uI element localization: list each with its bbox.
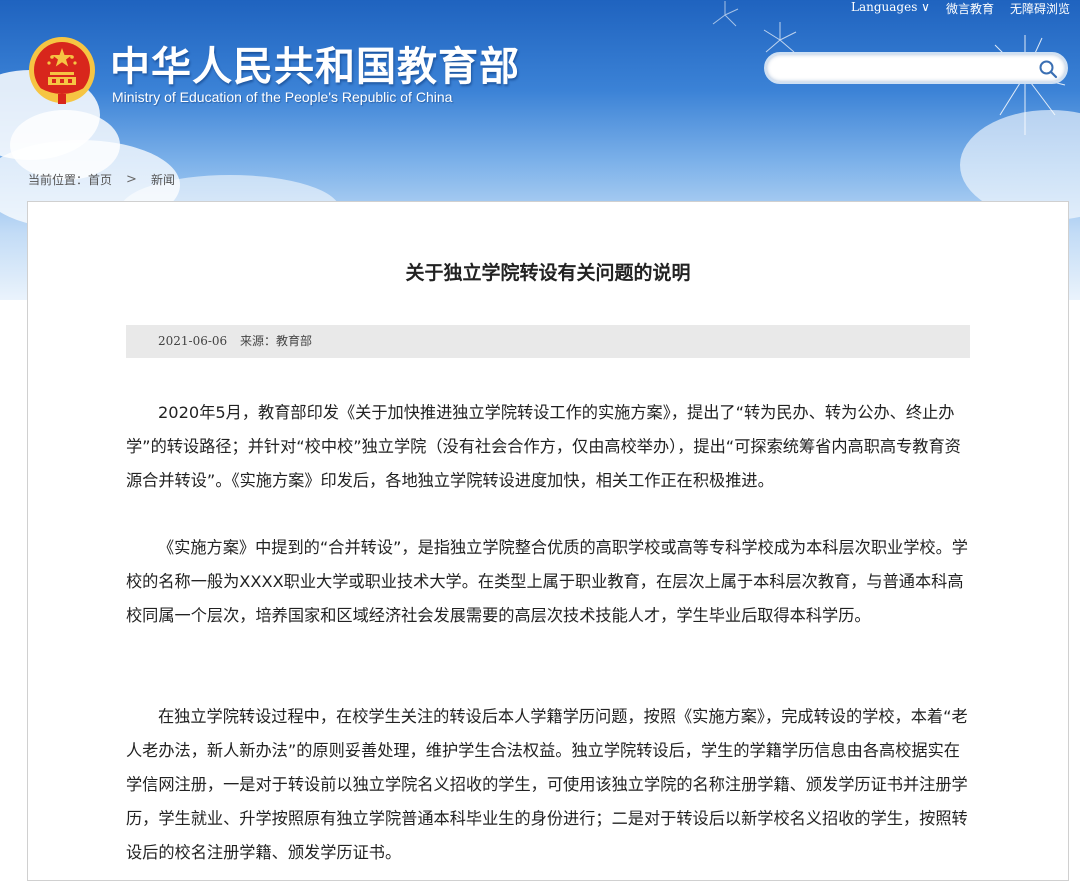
article-source: 来源：教育部: [240, 334, 313, 348]
article-paragraph: 《实施方案》中提到的“合并转设”，是指独立学院整合优质的高职学校或高等专科学校成…: [126, 538, 968, 625]
article-title: 关于独立学院转设有关问题的说明: [405, 262, 691, 284]
search-icon[interactable]: [1038, 59, 1058, 79]
search-box: [764, 52, 1068, 84]
site-subtitle: Ministry of Education of the People's Re…: [112, 89, 453, 105]
breadcrumb-prefix: 当前位置：: [28, 173, 89, 187]
article-paragraph: 2020年5月，教育部印发《关于加快推进独立学院转设工作的实施方案》，提出了“转…: [126, 403, 961, 490]
breadcrumb-current[interactable]: 新闻: [151, 171, 175, 188]
national-emblem-icon[interactable]: [26, 36, 98, 108]
article-meta-bar: 2021-06-06 来源：教育部: [126, 325, 970, 358]
site-title[interactable]: 中华人民共和国教育部: [110, 34, 520, 92]
top-links: Languages ∨ 微言教育 无障碍浏览: [851, 0, 1070, 16]
accessibility-link[interactable]: 无障碍浏览: [1010, 0, 1070, 16]
search-input[interactable]: [778, 58, 1032, 80]
breadcrumb-separator: >: [126, 172, 137, 187]
dandelion-decoration: [712, 1, 739, 27]
breadcrumb-home[interactable]: 首页: [88, 171, 112, 188]
article-paragraph: 在独立学院转设过程中，在校学生关注的转设后本人学籍学历问题，按照《实施方案》，完…: [126, 707, 968, 862]
languages-link[interactable]: Languages ∨: [851, 0, 930, 14]
article-date: 2021-06-06: [158, 334, 228, 348]
breadcrumb: 当前位置： 首页 > 新闻: [28, 171, 175, 188]
dandelion-decoration: [987, 35, 1066, 135]
weiyan-education-link[interactable]: 微言教育: [946, 0, 994, 16]
